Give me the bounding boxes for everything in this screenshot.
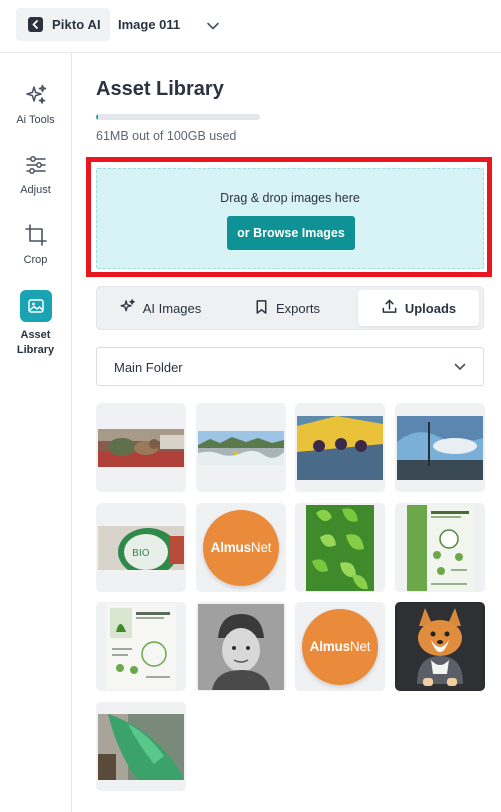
document-title[interactable]: Image 011 (118, 17, 180, 32)
image-library-icon (19, 290, 52, 322)
brand-name: Pikto AI (52, 17, 101, 32)
svg-text:BIO: BIO (132, 548, 150, 559)
bookmark-icon (254, 299, 269, 318)
folder-select[interactable]: Main Folder (96, 347, 484, 386)
asset-thumbnail[interactable] (96, 403, 186, 492)
asset-thumbnail[interactable] (96, 702, 186, 791)
almusnet-logo: Almus Net (203, 509, 279, 586)
top-bar: Pikto AI Image 011 (0, 0, 501, 53)
asset-tabs: AI Images Exports Uploads (96, 286, 484, 330)
crop-icon (24, 223, 48, 247)
left-rail: Ai Tools Adjust Crop Asset Library (0, 53, 72, 812)
storage-usage-fill (96, 114, 98, 120)
asset-library-panel: Asset Library 61MB out of 100GB used Dra… (72, 53, 501, 812)
asset-image (306, 504, 374, 591)
asset-image (198, 603, 284, 690)
asset-thumbnail[interactable] (295, 403, 385, 492)
tab-ai-images[interactable]: AI Images (100, 290, 220, 326)
asset-thumbnail[interactable] (196, 403, 286, 492)
asset-thumbnail[interactable]: Almus Net (196, 503, 286, 592)
dropzone-text: Drag & drop images here (220, 191, 360, 205)
asset-image: BIO (98, 525, 184, 570)
tab-label-uploads: Uploads (404, 300, 457, 316)
asset-image (106, 603, 176, 690)
rail-label-asset-library: Asset Library (17, 328, 54, 358)
rail-item-asset-library[interactable]: Asset Library (0, 290, 71, 358)
folder-select-value: Main Folder (114, 360, 183, 375)
tab-label-exports: Exports (275, 300, 321, 316)
asset-thumbnail[interactable] (395, 403, 485, 492)
asset-thumbnail[interactable] (96, 602, 186, 691)
asset-image (397, 415, 483, 480)
browse-images-button[interactable]: or Browse Images (227, 216, 355, 250)
rail-item-adjust[interactable]: Adjust (0, 153, 71, 198)
chevron-down-icon[interactable] (205, 18, 221, 34)
rail-label-crop: Crop (23, 254, 48, 266)
asset-thumbnail[interactable]: BIO (96, 503, 186, 592)
rail-label-asset-line1: Asset (20, 329, 51, 341)
rail-item-ai-tools[interactable]: Ai Tools (0, 83, 71, 128)
asset-image (98, 428, 184, 467)
asset-image (98, 713, 184, 780)
upload-icon (381, 298, 398, 318)
almusnet-logo: Almus Net (302, 608, 378, 685)
sparkle-icon (24, 83, 48, 107)
rail-label-adjust: Adjust (20, 184, 51, 196)
asset-thumbnail[interactable] (395, 602, 485, 691)
back-to-brand-button[interactable]: Pikto AI (16, 8, 110, 41)
storage-usage-bar (96, 114, 260, 120)
sliders-icon (24, 153, 48, 177)
rail-label-asset-line2: Library (16, 344, 55, 356)
chevron-down-icon (453, 360, 467, 379)
upload-dropzone[interactable]: Drag & drop images here or Browse Images (96, 168, 484, 269)
storage-usage-text: 61MB out of 100GB used (96, 129, 237, 143)
asset-image (198, 430, 284, 465)
page-title: Asset Library (96, 78, 224, 100)
ai-sparkle-icon (119, 298, 136, 318)
asset-thumbnail[interactable] (295, 503, 385, 592)
asset-thumbnail[interactable] (395, 503, 485, 592)
tab-label-ai-images: AI Images (142, 300, 202, 316)
asset-thumbnail[interactable] (196, 602, 286, 691)
asset-image (297, 415, 383, 480)
tab-uploads[interactable]: Uploads (358, 290, 479, 326)
tab-exports[interactable]: Exports (227, 290, 347, 326)
rail-label-ai-tools: Ai Tools (16, 114, 55, 126)
asset-image (407, 504, 473, 591)
asset-thumbnail[interactable]: Almus Net (295, 602, 385, 691)
rail-item-crop[interactable]: Crop (0, 223, 71, 268)
back-arrow-icon (28, 17, 43, 32)
asset-image (397, 603, 483, 690)
